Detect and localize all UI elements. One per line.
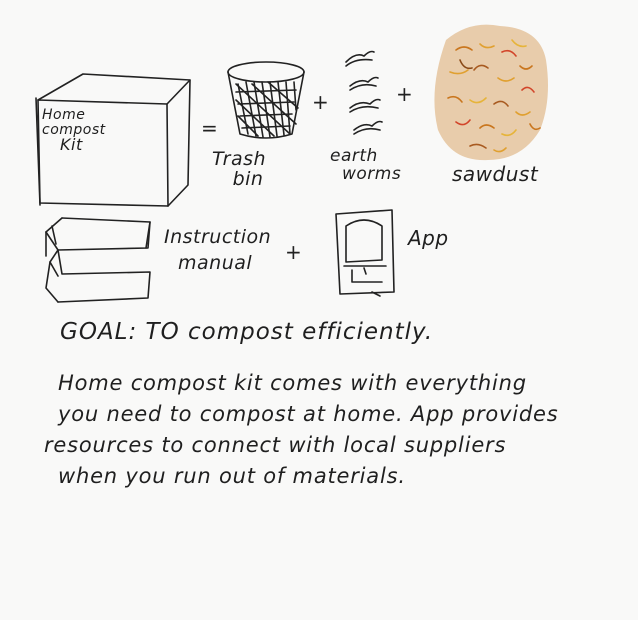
trash-bin-hatching (235, 81, 299, 138)
plus-sign: + (312, 90, 329, 114)
description-line: you need to compost at home. App provide… (58, 402, 559, 426)
sawdust-drawing (434, 24, 548, 161)
equals-sign: = (201, 116, 218, 140)
worms-label-line: worms (342, 163, 402, 184)
trash-bin-drawing (227, 61, 305, 139)
plus-sign: + (285, 240, 302, 264)
sawdust-label: sawdust (452, 162, 539, 186)
plus-sign: + (396, 82, 413, 106)
earthworms-drawing (345, 50, 383, 135)
kit-label-line: Home (42, 107, 86, 123)
instruction-manual-drawing (45, 217, 151, 303)
compost-kit-label: Home compost Kit (42, 108, 106, 154)
app-label: App (408, 226, 449, 250)
description-line: resources to connect with local supplier… (44, 433, 507, 457)
description-line: Home compost kit comes with everything (58, 371, 527, 395)
instruction-manual-label: Instruction manual (164, 226, 272, 274)
trash-label-line: bin (232, 167, 264, 190)
manual-label-line: Instruction (164, 226, 272, 248)
description-paragraph: Home compost kit comes with everything y… (44, 368, 618, 492)
trash-label-line: Trash (212, 148, 267, 170)
manual-label-line: manual (178, 251, 253, 274)
description-line: when you run out of materials. (58, 464, 406, 488)
app-phone-drawing (335, 209, 395, 297)
earthworms-label: earth worms (330, 147, 402, 184)
trash-bin-label: Trash bin (212, 148, 267, 190)
goal-statement: GOAL: TO compost efficiently. (60, 319, 434, 345)
kit-label-line: Kit (60, 135, 83, 155)
